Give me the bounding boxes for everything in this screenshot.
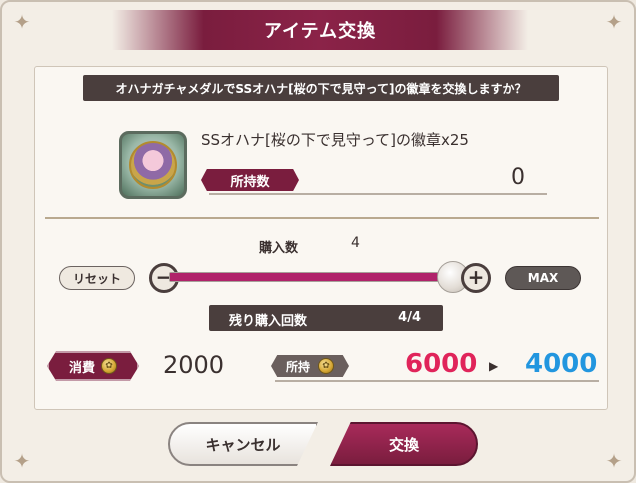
remaining-purchases-bar: 残り購入回数 4/4 (209, 305, 443, 331)
confirmation-question: オハナガチャメダルでSSオハナ[桜の下で見守って]の徽章を交換しますか？ (83, 75, 559, 101)
arrow-right-icon: ▶ (489, 359, 499, 373)
cost-label: 消費 ✿ (47, 351, 139, 381)
item-exchange-dialog: ✦ ✦ ✦ ✦ アイテム交換 オハナガチャメダルでSSオハナ[桜の下で見守って]… (0, 0, 636, 483)
holdings-label: 所持 ✿ (271, 355, 349, 377)
cost-label-text: 消費 (68, 360, 95, 376)
holdings-after-value: 4000 (525, 349, 598, 379)
cancel-button[interactable]: キャンセル (168, 422, 318, 466)
corner-ornament-icon: ✦ (605, 449, 623, 473)
exchange-button[interactable]: 交換 (330, 422, 478, 466)
purchase-quantity-label: 購入数 (259, 241, 299, 256)
increment-button[interactable]: + (461, 263, 491, 293)
reset-button[interactable]: リセット (59, 266, 135, 290)
medal-icon: ✿ (101, 358, 117, 374)
item-name: SSオハナ[桜の下で見守って]の徽章x25 (201, 131, 469, 149)
remaining-purchases-label: 残り購入回数 (229, 314, 308, 329)
holdings-label-text: 所持 (285, 359, 310, 374)
slider-fill (170, 273, 462, 281)
ohana-badge-icon (119, 131, 187, 199)
divider (275, 380, 599, 382)
title-bar: アイテム交換 (112, 10, 528, 50)
owned-count-label: 所持数 (201, 169, 299, 191)
medal-icon: ✿ (318, 358, 334, 374)
owned-count-value: 0 (511, 165, 525, 190)
cost-value: 2000 (163, 351, 225, 379)
divider (209, 193, 547, 195)
corner-ornament-icon: ✦ (605, 10, 623, 34)
purchase-quantity-value: 4 (351, 235, 360, 251)
quantity-slider[interactable] (169, 272, 463, 282)
remaining-purchases-value: 4/4 (398, 310, 421, 325)
corner-ornament-icon: ✦ (13, 449, 31, 473)
section-divider (45, 217, 599, 219)
dialog-title: アイテム交換 (263, 21, 377, 42)
content-panel: オハナガチャメダルでSSオハナ[桜の下で見守って]の徽章を交換しますか？ SSオ… (34, 66, 608, 410)
badge-portrait (129, 141, 177, 189)
max-button[interactable]: MAX (505, 266, 581, 290)
corner-ornament-icon: ✦ (13, 10, 31, 34)
holdings-before-value: 6000 (405, 349, 478, 379)
